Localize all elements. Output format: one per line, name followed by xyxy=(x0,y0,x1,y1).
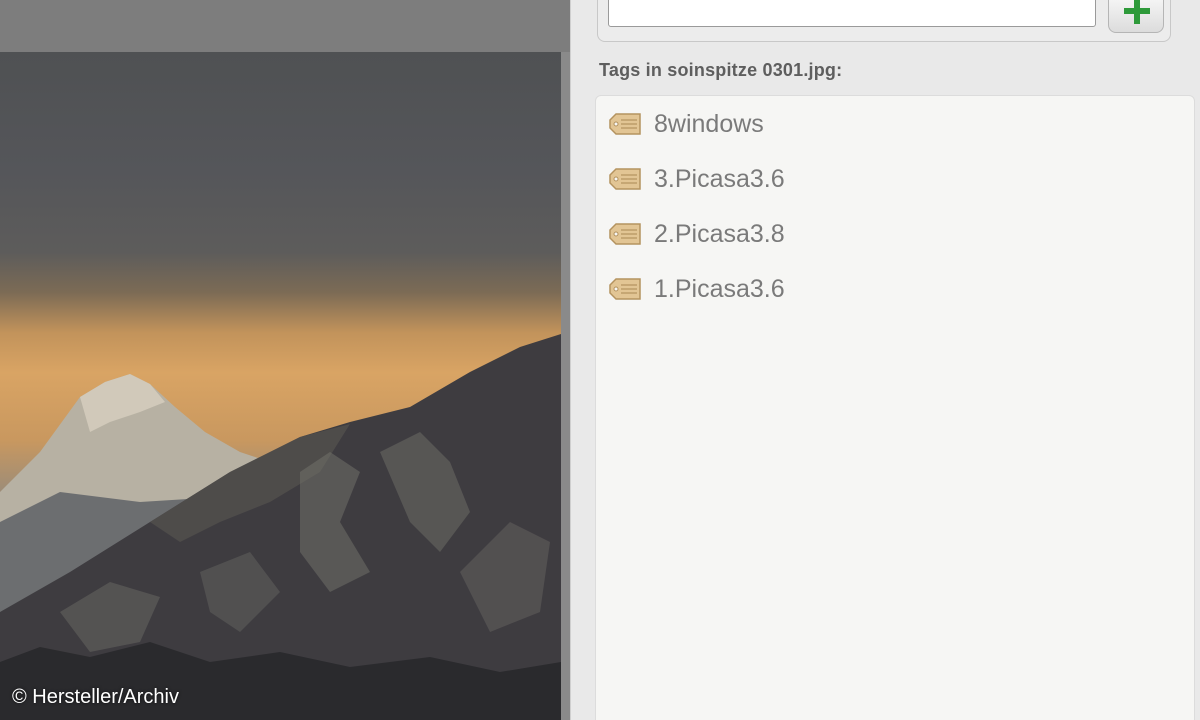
panel-divider[interactable] xyxy=(561,52,570,720)
tags-heading: Tags in soinspitze 0301.jpg: xyxy=(599,60,843,80)
copyright-watermark: © Hersteller/Archiv xyxy=(12,686,179,708)
tag-input[interactable] xyxy=(608,0,1096,27)
tag-icon xyxy=(608,221,642,247)
tag-panel: Tags in soinspitze 0301.jpg: 8windows 3.… xyxy=(570,0,1200,720)
tag-item[interactable]: 1.Picasa3.6 xyxy=(608,269,1168,309)
tag-label: 8windows xyxy=(654,109,764,138)
tag-item[interactable]: 3.Picasa3.6 xyxy=(608,159,1168,199)
tag-icon xyxy=(608,111,642,137)
tag-label: 2.Picasa3.8 xyxy=(654,219,785,248)
tag-icon xyxy=(608,166,642,192)
photo-viewer: © Hersteller/Archiv xyxy=(0,0,570,720)
tag-entry-box xyxy=(597,0,1171,42)
picasa-window: © Hersteller/Archiv Tags in soinspitze 0… xyxy=(0,0,1200,720)
tag-item[interactable]: 2.Picasa3.8 xyxy=(608,214,1168,254)
mountain-photo[interactable] xyxy=(0,52,561,720)
viewer-toolbar-area xyxy=(0,0,570,52)
tag-icon xyxy=(608,276,642,302)
add-tag-button[interactable] xyxy=(1108,0,1164,33)
tag-list: 8windows 3.Picasa3.6 2.Picasa3.8 1.Picas… xyxy=(595,95,1195,720)
tag-label: 1.Picasa3.6 xyxy=(654,274,785,303)
tag-item[interactable]: 8windows xyxy=(608,104,1168,144)
tag-label: 3.Picasa3.6 xyxy=(654,164,785,193)
